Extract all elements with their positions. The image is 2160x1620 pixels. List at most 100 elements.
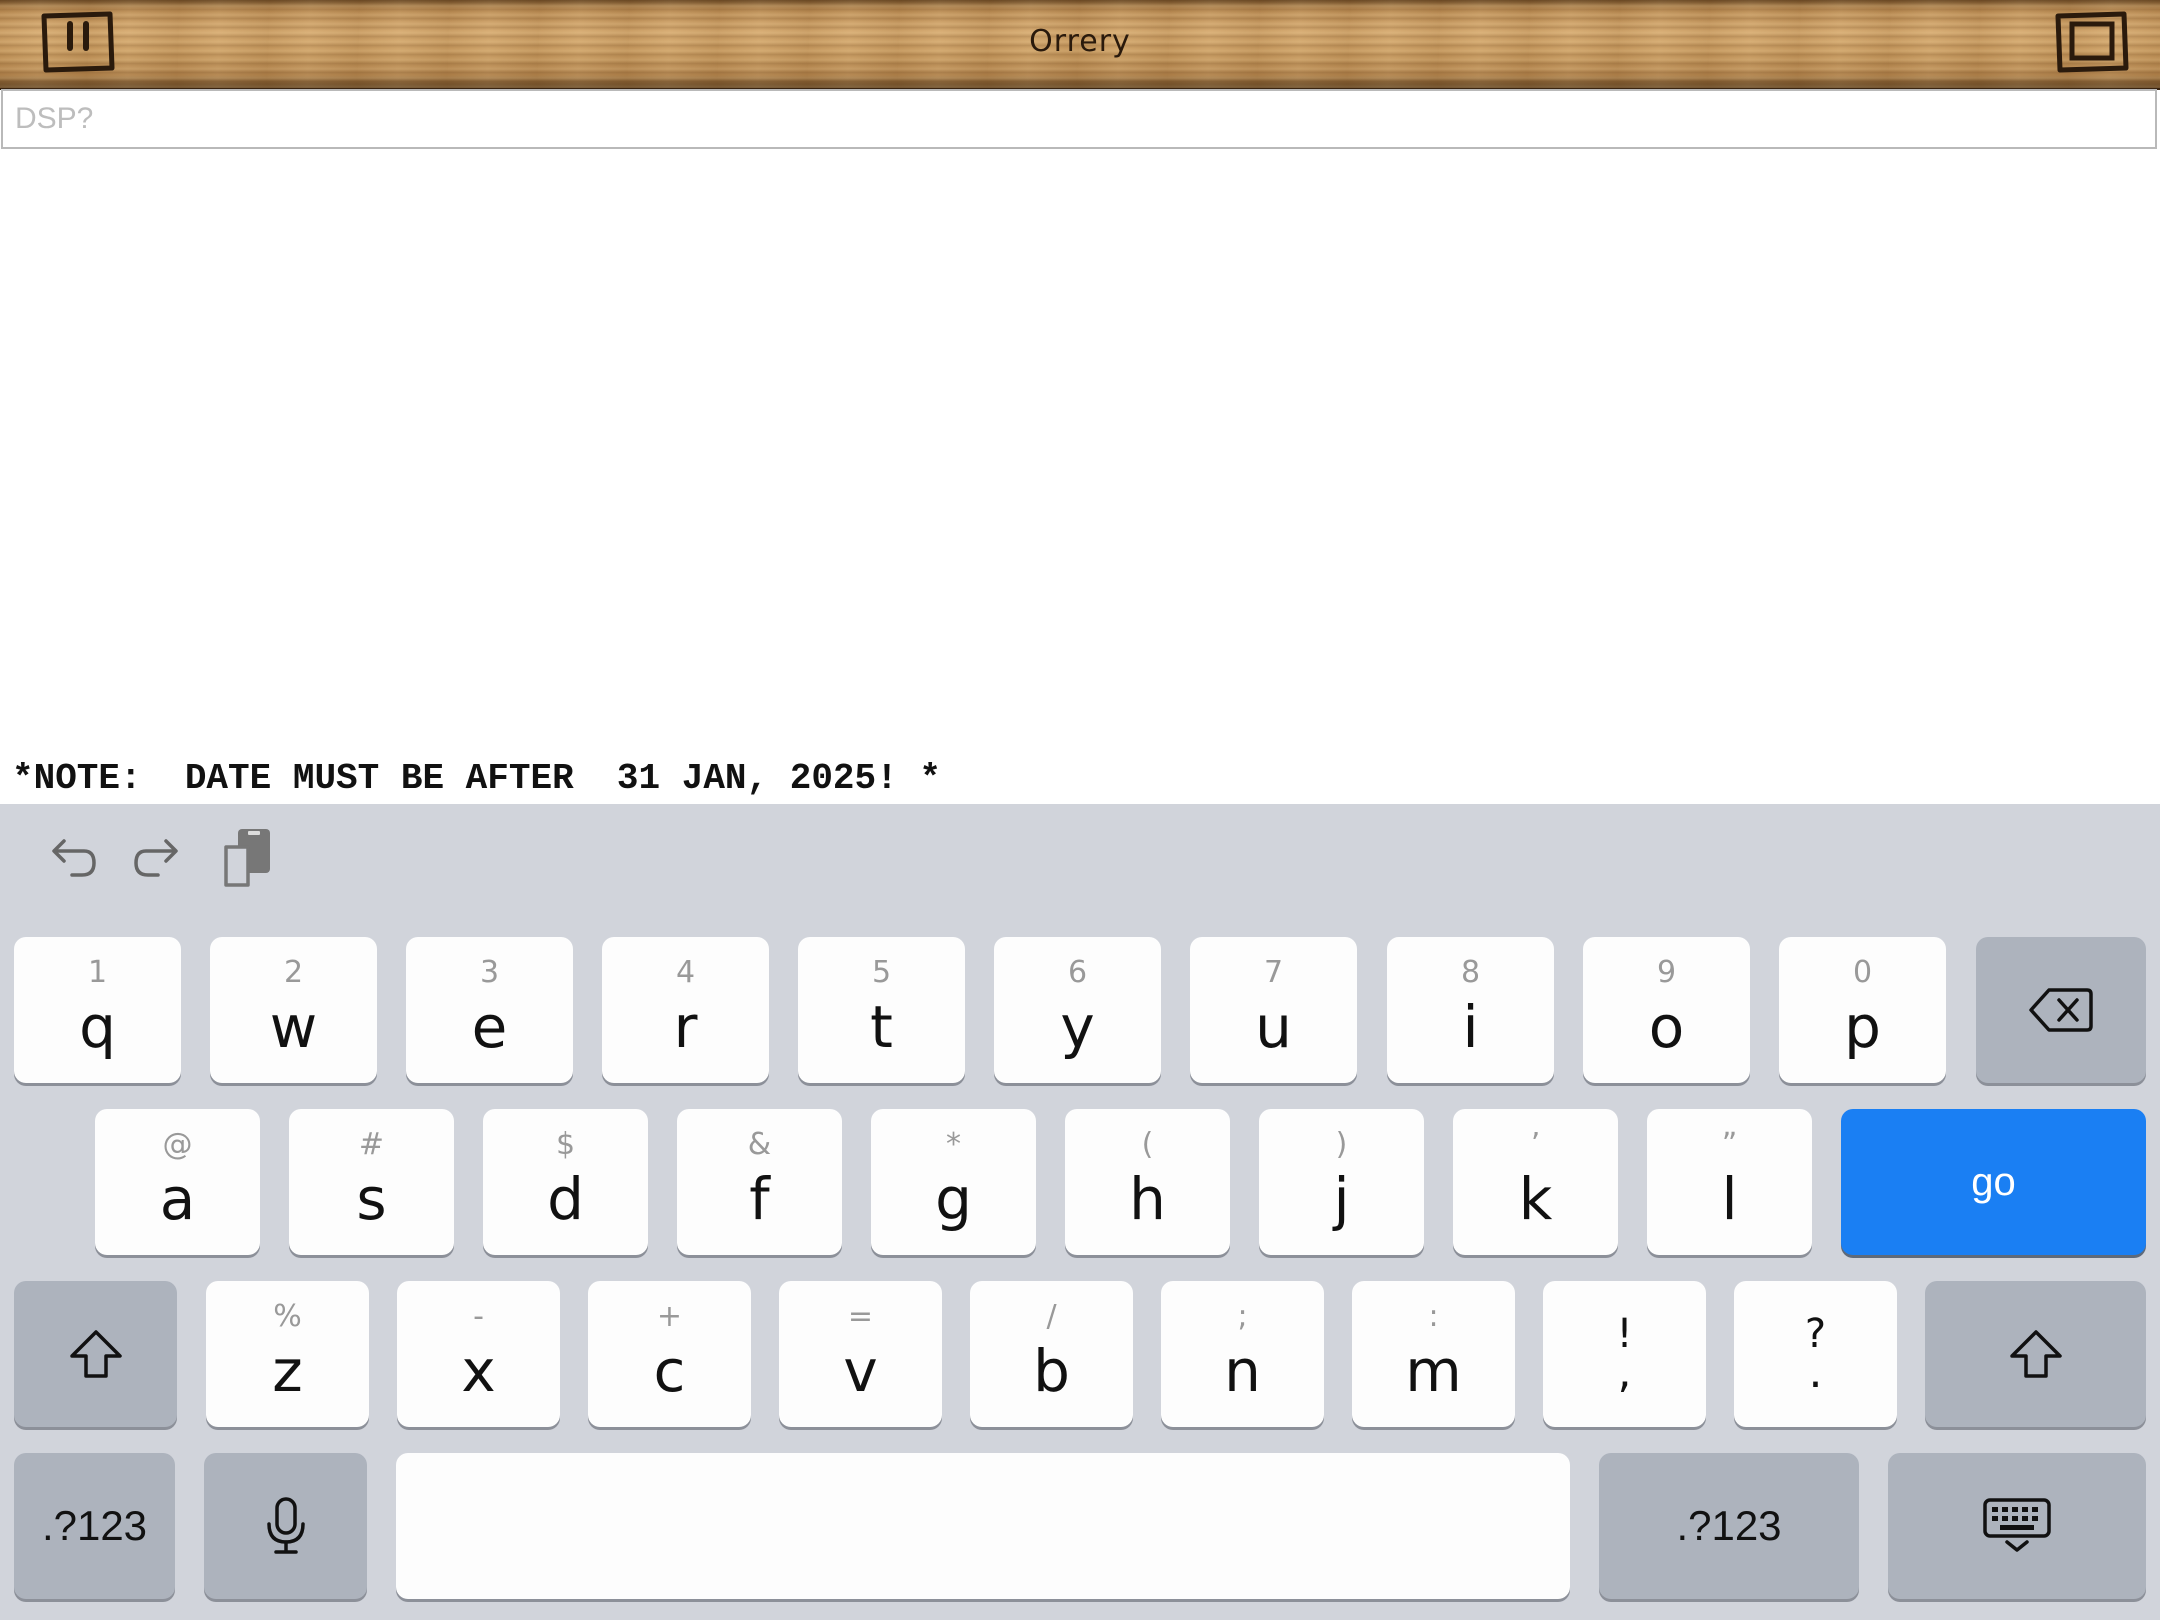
- key-t[interactable]: 5t: [798, 937, 965, 1083]
- key-sub-label: ’: [1530, 1127, 1541, 1162]
- key-sub-label: +: [656, 1299, 683, 1334]
- key-bottom-label: .: [1808, 1347, 1823, 1398]
- key-label: w: [269, 993, 318, 1061]
- key-w[interactable]: 2w: [210, 937, 377, 1083]
- key-label: r: [673, 993, 698, 1061]
- command-input[interactable]: [1, 89, 2157, 149]
- output-note: *NOTE: DATE MUST BE AFTER 31 JAN, 2025! …: [12, 758, 941, 799]
- paste-icon[interactable]: [218, 822, 278, 892]
- key-label: v: [843, 1337, 878, 1405]
- key-sub-label: @: [162, 1127, 193, 1162]
- key-v[interactable]: = v: [779, 1281, 942, 1427]
- key-n[interactable]: ; n: [1161, 1281, 1324, 1427]
- key-label: s: [356, 1165, 387, 1233]
- key-b[interactable]: / b: [970, 1281, 1133, 1427]
- key-sub-label: $: [555, 1127, 576, 1162]
- key-a[interactable]: @ a: [95, 1109, 260, 1255]
- key-sub-label: -: [473, 1299, 484, 1334]
- key-sub-label: 7: [1263, 955, 1284, 990]
- key-s[interactable]: # s: [289, 1109, 454, 1255]
- shift-icon: [69, 1330, 122, 1378]
- space-key[interactable]: [396, 1453, 1570, 1599]
- key-h[interactable]: (h: [1065, 1109, 1230, 1255]
- key-c[interactable]: + c: [588, 1281, 751, 1427]
- key-u[interactable]: 7u: [1190, 937, 1357, 1083]
- title-bar: Orrery: [0, 0, 2160, 90]
- key-sub-label: #: [358, 1127, 385, 1162]
- key-o[interactable]: 9o: [1583, 937, 1750, 1083]
- key-sub-label: 4: [675, 955, 696, 990]
- key-sub-label: 6: [1067, 955, 1088, 990]
- key-label: k: [1518, 1165, 1553, 1233]
- dictation-key[interactable]: [204, 1453, 367, 1599]
- key-label: y: [1060, 993, 1095, 1061]
- key-label: a: [159, 1165, 196, 1233]
- key-l[interactable]: ” l: [1647, 1109, 1812, 1255]
- key-g[interactable]: * g: [871, 1109, 1036, 1255]
- key-question-period[interactable]: ? .: [1734, 1281, 1897, 1427]
- backspace-key[interactable]: [1976, 937, 2146, 1083]
- key-sub-label: ): [1335, 1127, 1348, 1162]
- key-sub-label: &: [747, 1127, 772, 1162]
- go-key-label: go: [1971, 1159, 2016, 1204]
- key-d[interactable]: $ d: [483, 1109, 648, 1255]
- window-title: Orrery: [1029, 24, 1131, 59]
- key-label: p: [1844, 993, 1881, 1061]
- key-label: f: [749, 1165, 770, 1233]
- key-m[interactable]: :m: [1352, 1281, 1515, 1427]
- key-sub-label: 8: [1460, 955, 1481, 990]
- numbers-key-label: .?123: [1676, 1502, 1782, 1549]
- shift-icon: [2009, 1330, 2062, 1378]
- key-sub-label: 9: [1656, 955, 1677, 990]
- key-p[interactable]: 0p: [1779, 937, 1946, 1083]
- key-sub-label: =: [847, 1299, 874, 1334]
- key-label: j: [1333, 1165, 1350, 1233]
- key-y[interactable]: 6y: [994, 937, 1161, 1083]
- key-label: z: [272, 1337, 303, 1405]
- go-key[interactable]: go: [1841, 1109, 2146, 1255]
- key-sub-label: 3: [479, 955, 500, 990]
- key-sub-label: 2: [283, 955, 304, 990]
- backspace-icon: [2029, 988, 2093, 1032]
- shift-key-right[interactable]: [1925, 1281, 2146, 1427]
- numbers-key-left[interactable]: .?123: [14, 1453, 175, 1599]
- key-label: h: [1129, 1165, 1166, 1233]
- key-exclaim-comma[interactable]: ! ,: [1543, 1281, 1706, 1427]
- key-sub-label: :: [1428, 1299, 1439, 1334]
- key-sub-label: *: [946, 1127, 961, 1162]
- microphone-icon: [266, 1497, 305, 1554]
- key-sub-label: (: [1141, 1127, 1154, 1162]
- key-q[interactable]: 1q: [14, 937, 181, 1083]
- key-j[interactable]: ) j: [1259, 1109, 1424, 1255]
- dismiss-keyboard-key[interactable]: [1888, 1453, 2146, 1599]
- key-sub-label: 5: [871, 955, 892, 990]
- key-sub-label: /: [1046, 1299, 1057, 1334]
- key-e[interactable]: 3e: [406, 937, 573, 1083]
- key-label: g: [935, 1165, 972, 1233]
- key-label: u: [1255, 993, 1292, 1061]
- key-sub-label: ”: [1721, 1127, 1738, 1162]
- key-label: d: [547, 1165, 584, 1233]
- undo-icon[interactable]: [40, 822, 100, 892]
- key-z[interactable]: % z: [206, 1281, 369, 1427]
- key-r[interactable]: 4r: [602, 937, 769, 1083]
- key-f[interactable]: & f: [677, 1109, 842, 1255]
- key-k[interactable]: ’ k: [1453, 1109, 1618, 1255]
- key-label: b: [1033, 1337, 1070, 1405]
- key-i[interactable]: 8i: [1387, 937, 1554, 1083]
- key-label: m: [1405, 1337, 1462, 1405]
- key-label: c: [653, 1337, 686, 1405]
- keyboard-dismiss-icon: [1983, 1498, 2051, 1552]
- shift-key-left[interactable]: [14, 1281, 177, 1427]
- key-label: n: [1224, 1337, 1261, 1405]
- key-sub-label: 0: [1852, 955, 1873, 990]
- key-label: l: [1721, 1165, 1738, 1233]
- numbers-key-right[interactable]: .?123: [1599, 1453, 1859, 1599]
- redo-icon[interactable]: [130, 822, 190, 892]
- key-x[interactable]: -x: [397, 1281, 560, 1427]
- key-label: e: [471, 993, 508, 1061]
- key-label: q: [79, 993, 116, 1061]
- fullscreen-icon[interactable]: [2054, 10, 2130, 74]
- key-sub-label: ;: [1237, 1299, 1248, 1334]
- key-sub-label: %: [273, 1299, 302, 1334]
